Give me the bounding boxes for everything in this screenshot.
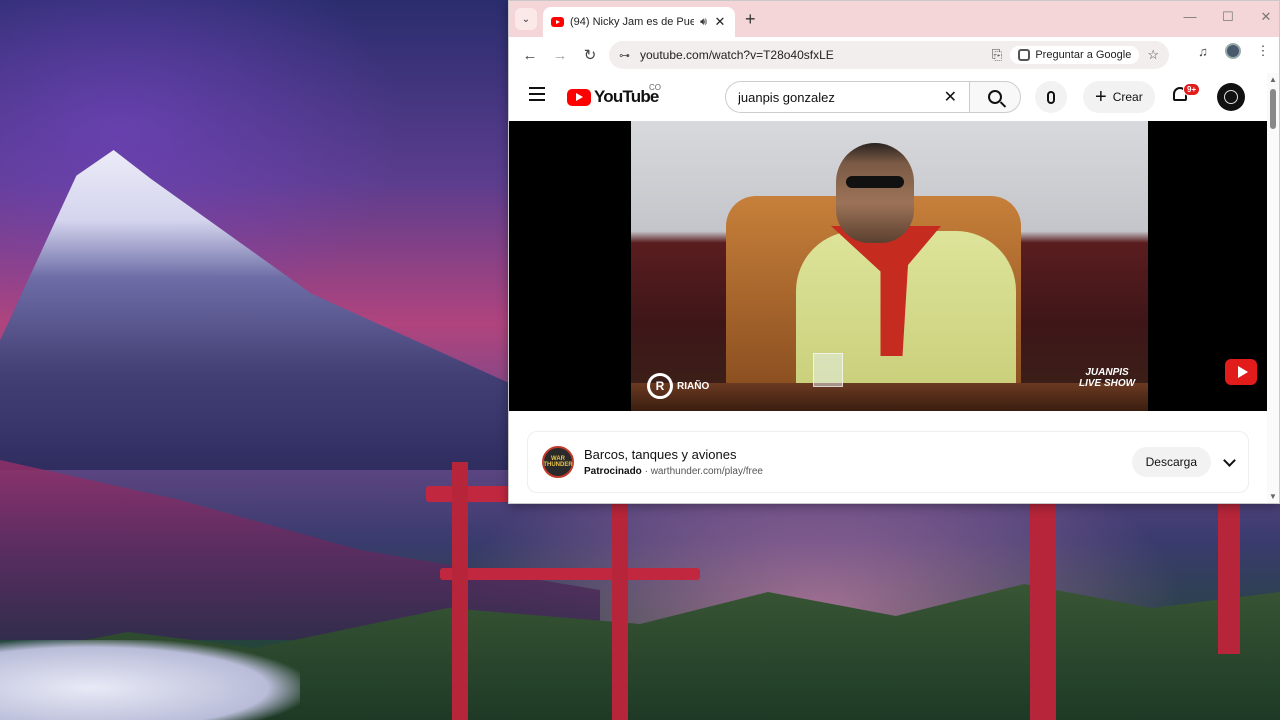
- notifications-badge: 9+: [1183, 83, 1201, 96]
- ad-download-button[interactable]: Descarga: [1131, 447, 1211, 477]
- ad-subline: Patrocinado · warthunder.com/play/free: [584, 466, 1132, 477]
- create-label: Crear: [1112, 90, 1143, 104]
- minimize-button[interactable]: —: [1183, 9, 1197, 25]
- forward-button[interactable]: →: [547, 42, 573, 68]
- reload-button[interactable]: ↻: [577, 42, 603, 68]
- video-glass: [813, 353, 843, 387]
- sponsored-ad-card[interactable]: WAR THUNDER Barcos, tanques y aviones Pa…: [527, 431, 1249, 493]
- juanpis-watermark-line1: JUANPIS: [1085, 367, 1129, 378]
- video-player[interactable]: R RIAÑO JUANPIS LIVE SHOW: [509, 121, 1269, 411]
- window-close-button[interactable]: ✕: [1259, 9, 1273, 25]
- search-clear-button[interactable]: ✕: [944, 87, 957, 107]
- torii-far-post-left: [1030, 504, 1056, 720]
- youtube-player-logo-icon[interactable]: [1225, 359, 1257, 385]
- voice-search-button[interactable]: [1035, 81, 1067, 113]
- riano-watermark-text: RIAÑO: [677, 380, 710, 392]
- search-box: ✕: [725, 81, 969, 113]
- site-info-icon[interactable]: ⊶: [619, 49, 630, 62]
- media-control-icon[interactable]: ♫: [1195, 44, 1211, 59]
- avatar-emblem-icon: [1224, 90, 1238, 104]
- create-button[interactable]: + Crear: [1083, 81, 1155, 113]
- user-avatar[interactable]: [1217, 83, 1245, 111]
- toolbar-right: ♫ ⋮: [1195, 43, 1271, 59]
- browser-titlebar: ⌄ (94) Nicky Jam es de Puerto 🔊︎ ✕ + — ☐…: [509, 1, 1279, 37]
- juanpis-watermark: JUANPIS LIVE SHOW: [1079, 367, 1135, 389]
- plus-icon: +: [1095, 86, 1107, 108]
- torii-right-post: [612, 500, 628, 720]
- torii-mid-beam: [440, 568, 700, 580]
- wallpaper-mountain: [0, 150, 560, 470]
- video-sunglasses: [846, 176, 904, 188]
- scrollbar-thumb[interactable]: [1270, 89, 1276, 129]
- riano-logo-icon: R: [647, 373, 673, 399]
- search-input[interactable]: [738, 89, 944, 105]
- url-text[interactable]: youtube.com/watch?v=T28o40sfxLE: [640, 48, 984, 62]
- video-frame: [631, 121, 1148, 411]
- browser-window: ⌄ (94) Nicky Jam es de Puerto 🔊︎ ✕ + — ☐…: [508, 0, 1280, 504]
- torii-far-post-right: [1218, 504, 1240, 654]
- bookmark-star-icon[interactable]: ☆: [1147, 47, 1159, 63]
- scroll-down-arrow-icon[interactable]: ▼: [1269, 492, 1277, 501]
- new-tab-button[interactable]: +: [745, 9, 756, 30]
- youtube-page: YouTube CO ✕ + Crear 9+: [509, 73, 1279, 503]
- search-icon: [988, 90, 1002, 104]
- tab-search-button[interactable]: ⌄: [515, 8, 537, 30]
- ad-domain: warthunder.com/play/free: [650, 466, 763, 477]
- country-code: CO: [649, 83, 661, 92]
- scroll-up-arrow-icon[interactable]: ▲: [1269, 75, 1277, 84]
- browser-toolbar: ← → ↻ ⊶ youtube.com/watch?v=T28o40sfxLE …: [509, 37, 1279, 73]
- youtube-favicon-icon: [551, 17, 564, 27]
- torii-left-post: [452, 462, 468, 720]
- tab-title: (94) Nicky Jam es de Puerto: [570, 16, 695, 28]
- search-button[interactable]: [969, 81, 1021, 113]
- ad-separator: ·: [641, 466, 651, 477]
- chevron-down-icon[interactable]: [1223, 453, 1236, 467]
- tab-youtube[interactable]: (94) Nicky Jam es de Puerto 🔊︎ ✕: [543, 7, 735, 37]
- window-controls: — ☐ ✕: [1183, 9, 1273, 25]
- ask-google-button[interactable]: Preguntar a Google: [1010, 46, 1140, 64]
- install-app-icon[interactable]: ⎘: [992, 47, 1002, 63]
- video-person-head: [836, 143, 914, 243]
- juanpis-watermark-line2: LIVE SHOW: [1079, 378, 1136, 389]
- youtube-header: YouTube CO ✕ + Crear 9+: [509, 73, 1279, 121]
- youtube-play-logo-icon: [567, 88, 591, 106]
- wallpaper-clouds: [0, 640, 300, 720]
- ask-google-label: Preguntar a Google: [1035, 49, 1132, 61]
- ad-text: Barcos, tanques y aviones Patrocinado · …: [584, 447, 1132, 477]
- microphone-icon: [1047, 90, 1055, 104]
- profile-avatar-icon[interactable]: [1225, 43, 1241, 59]
- hamburger-menu-icon[interactable]: [529, 87, 545, 101]
- browser-menu-icon[interactable]: ⋮: [1255, 43, 1271, 59]
- google-lens-icon: [1018, 49, 1031, 61]
- youtube-logo[interactable]: YouTube: [567, 87, 659, 107]
- speaker-icon[interactable]: 🔊︎: [700, 16, 707, 29]
- ad-sponsored-label: Patrocinado: [584, 466, 642, 477]
- tab-close-button[interactable]: ✕: [713, 14, 727, 30]
- war-thunder-logo: WAR THUNDER: [542, 446, 574, 478]
- ad-title[interactable]: Barcos, tanques y aviones: [584, 447, 1132, 462]
- address-bar[interactable]: ⊶ youtube.com/watch?v=T28o40sfxLE ⎘ Preg…: [609, 41, 1169, 69]
- maximize-button[interactable]: ☐: [1221, 9, 1235, 25]
- riano-watermark: R RIAÑO: [647, 373, 709, 399]
- page-scrollbar[interactable]: ▲ ▼: [1267, 73, 1279, 503]
- back-button[interactable]: ←: [517, 42, 543, 68]
